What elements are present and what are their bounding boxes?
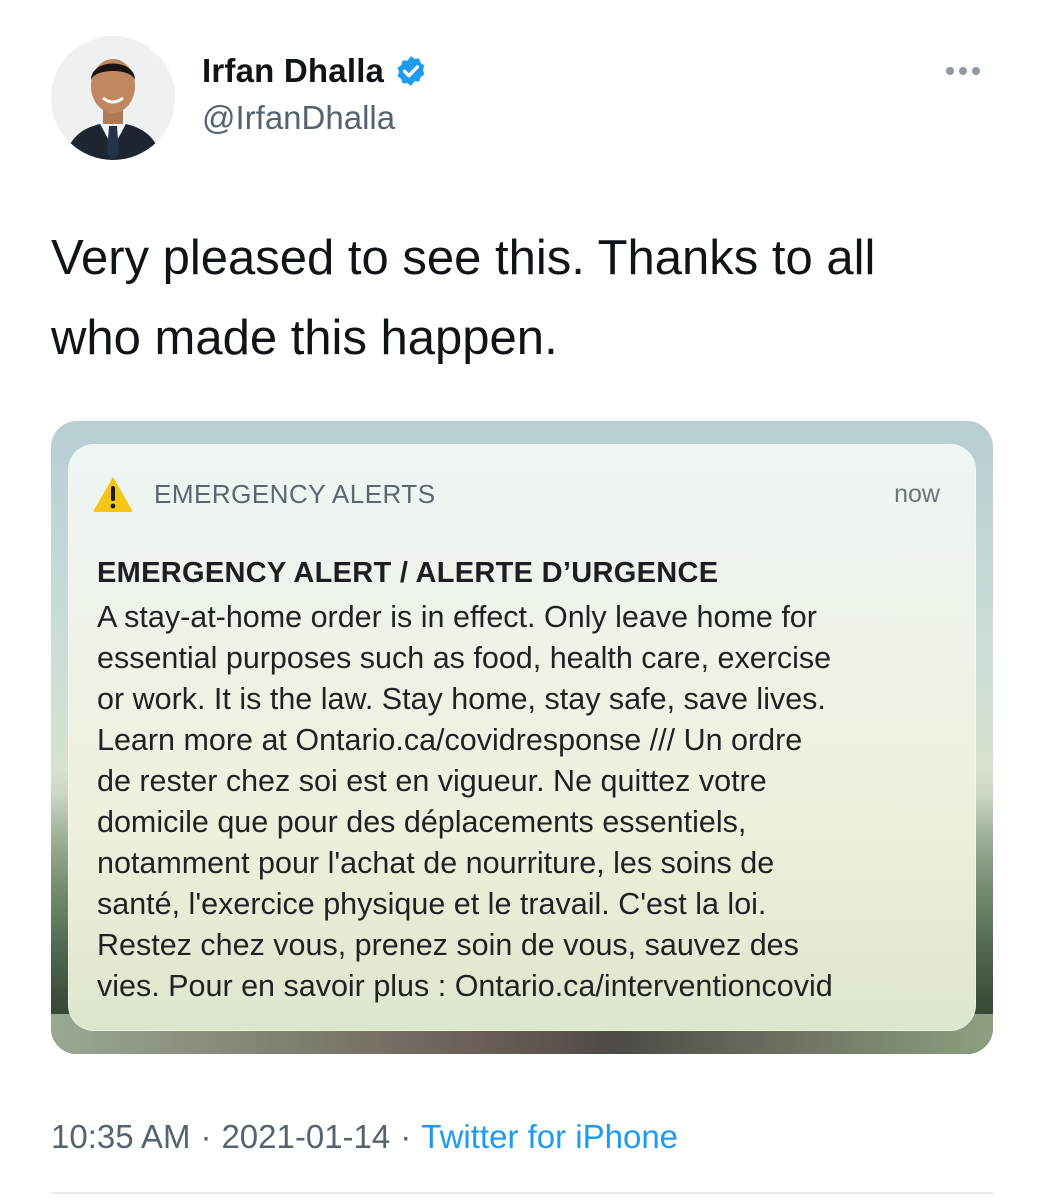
author-name-row[interactable]: Irfan Dhalla: [202, 52, 428, 90]
alert-body-line: de rester chez soi est en vigueur. Ne qu…: [97, 764, 767, 798]
alert-body-line: Restez chez vous, prenez soin de vous, s…: [97, 928, 799, 962]
alert-body-line: santé, l'exercice physique et le travail…: [97, 887, 767, 921]
more-dot: [946, 67, 954, 75]
warning-triangle-icon: [93, 477, 133, 512]
alert-body-line: vies. Pour en savoir plus : Ontario.ca/i…: [97, 969, 833, 1003]
separator-dot: ·: [200, 1118, 212, 1155]
tweet-text: Very pleased to see this. Thanks to all …: [51, 218, 991, 378]
alert-body-line: or work. It is the law. Stay home, stay …: [97, 682, 826, 716]
divider: [51, 1192, 993, 1194]
alert-title: EMERGENCY ALERT / ALERTE D’URGENCE: [97, 557, 719, 589]
more-options-icon[interactable]: [946, 56, 980, 86]
emergency-alert-notification: EMERGENCY ALERTS now EMERGENCY ALERT / A…: [68, 444, 976, 1031]
alert-app-name: EMERGENCY ALERTS: [154, 478, 436, 509]
tweet-metadata: 10:35 AM · 2021-01-14 · Twitter for iPho…: [51, 1118, 678, 1156]
tweet-source-link[interactable]: Twitter for iPhone: [421, 1118, 678, 1156]
author-handle[interactable]: @IrfanDhalla: [202, 99, 395, 137]
alert-body-line: domicile que pour des déplacements essen…: [97, 805, 747, 839]
separator-dot: ·: [400, 1118, 412, 1155]
author-name[interactable]: Irfan Dhalla: [202, 52, 384, 90]
tweet-date[interactable]: 2021-01-14: [221, 1118, 390, 1156]
verified-badge-icon: [397, 56, 425, 86]
alert-body-line: essential purposes such as food, health …: [97, 641, 832, 675]
alert-body-line: Learn more at Ontario.ca/covidresponse /…: [97, 723, 803, 757]
tweet-text-line: who made this happen.: [51, 311, 558, 365]
more-dot: [959, 67, 967, 75]
tweet-time[interactable]: 10:35 AM: [51, 1118, 190, 1156]
author-avatar[interactable]: [51, 36, 175, 160]
alert-time: now: [894, 479, 940, 508]
alert-body-line: notamment pour l'achat de nourriture, le…: [97, 846, 775, 880]
alert-body-line: A stay-at-home order is in effect. Only …: [97, 600, 817, 634]
alert-header: EMERGENCY ALERTS now: [92, 474, 958, 514]
avatar-photo: [51, 36, 175, 160]
tweet-text-line: Very pleased to see this. Thanks to all: [51, 231, 876, 285]
more-dot: [972, 67, 980, 75]
alert-body: A stay-at-home order is in effect. Only …: [97, 597, 957, 1007]
tweet-media-image[interactable]: EMERGENCY ALERTS now EMERGENCY ALERT / A…: [51, 421, 993, 1054]
